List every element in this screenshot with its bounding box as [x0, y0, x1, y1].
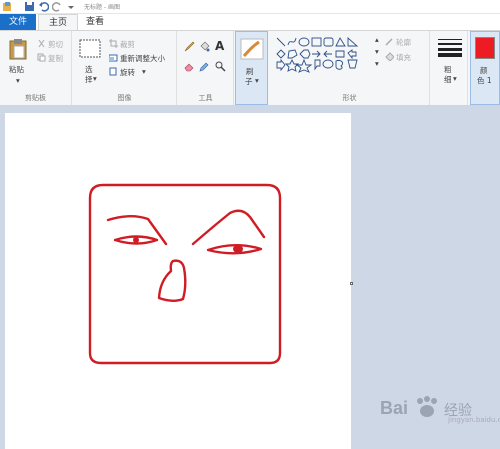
- crop-button[interactable]: 裁剪: [120, 39, 135, 50]
- cut-button[interactable]: 剪切: [48, 39, 63, 50]
- window-title: 无标题 - 画图: [84, 4, 120, 11]
- save-icon[interactable]: [24, 1, 35, 12]
- nose: [157, 259, 187, 302]
- fill-bucket-icon[interactable]: [199, 41, 210, 55]
- ribbon-tabs: 文件 主页 查看: [0, 14, 500, 30]
- tab-view[interactable]: 查看: [80, 14, 110, 30]
- color1-swatch: [475, 37, 495, 59]
- right-eyebrow: [191, 209, 266, 246]
- select-dropdown-icon[interactable]: ▾: [93, 74, 97, 83]
- paste-label: 粘贴: [9, 65, 24, 74]
- crop-icon: [109, 39, 118, 51]
- redo-icon[interactable]: [51, 1, 63, 12]
- copy-icon: [37, 53, 46, 65]
- image-group-label: 图像: [117, 94, 132, 102]
- paste-button[interactable]: [8, 37, 28, 64]
- eraser-icon[interactable]: [184, 61, 195, 75]
- fill-button[interactable]: 填充: [396, 52, 411, 63]
- line-size-icon: [438, 39, 462, 60]
- shapes-scroll-up-icon[interactable]: ▴: [375, 35, 379, 44]
- shapes-group: ▴ ▾ ▾ 轮廓 填充 形状: [270, 31, 430, 105]
- shapes-scroll-down-icon[interactable]: ▾: [375, 47, 379, 56]
- select-label-bottom[interactable]: 择: [85, 74, 93, 85]
- watermark-brand: Bai: [380, 398, 409, 418]
- brushes-button[interactable]: 刷 子 ▾: [235, 31, 268, 105]
- drawing-canvas[interactable]: [5, 113, 351, 449]
- baidu-watermark: Bai 经验 jingyan.baidu.com: [364, 392, 500, 424]
- image-group: 选 择 ▾ 裁剪 重新调整大小 旋转 ▾ 图像: [73, 31, 177, 105]
- customize-quick-access-icon[interactable]: [66, 1, 77, 12]
- right-pupil: [233, 245, 243, 253]
- clipboard-group: 粘贴 ▾ 剪切 复制 剪贴板: [0, 31, 72, 105]
- title-bar: 无标题 - 画图: [0, 0, 500, 14]
- paste-dropdown-icon[interactable]: ▾: [16, 76, 20, 85]
- watermark-url: jingyan.baidu.com: [448, 416, 500, 424]
- size-dropdown-icon: ▾: [453, 74, 457, 83]
- resize-icon: [108, 53, 118, 65]
- ribbon: 粘贴 ▾ 剪切 复制 剪贴板 选 择 ▾ 裁剪 重新调整大小 旋转 ▾ 图像 A…: [0, 30, 500, 106]
- brushes-dropdown-icon: ▾: [255, 76, 259, 85]
- resize-button[interactable]: 重新调整大小: [120, 53, 165, 64]
- shapes-group-label: 形状: [342, 94, 357, 102]
- rotate-button[interactable]: 旋转: [120, 67, 135, 78]
- paw-icon: [414, 396, 440, 421]
- brushes-label-bottom: 子: [245, 77, 253, 86]
- tools-group: A 工具: [178, 31, 234, 105]
- text-tool-icon[interactable]: A: [215, 39, 224, 53]
- size-label-bottom: 细: [444, 75, 452, 84]
- size-button[interactable]: 粗 细 ▾: [432, 31, 468, 105]
- shapes-gallery[interactable]: [275, 35, 377, 82]
- brush-icon: [240, 38, 264, 63]
- color-picker-icon[interactable]: [199, 61, 210, 75]
- undo-icon[interactable]: [38, 1, 50, 12]
- paint-app-icon[interactable]: [2, 1, 13, 12]
- outline-icon: [385, 37, 394, 49]
- tab-home[interactable]: 主页: [38, 14, 78, 30]
- magnifier-icon[interactable]: [215, 61, 226, 75]
- clipboard-group-label: 剪贴板: [25, 94, 46, 102]
- fill-icon: [385, 52, 395, 64]
- left-pupil: [133, 237, 139, 243]
- outline-button[interactable]: 轮廓: [396, 37, 411, 48]
- tools-group-label: 工具: [198, 94, 213, 102]
- color1-label-bottom: 色 1: [477, 76, 492, 85]
- rotate-dropdown-icon[interactable]: ▾: [142, 67, 146, 76]
- canvas-resize-handle-right[interactable]: [350, 282, 353, 285]
- scissors-icon: [37, 39, 46, 51]
- rotate-icon: [109, 67, 118, 79]
- shapes-more-icon[interactable]: ▾: [375, 59, 379, 68]
- color1-button[interactable]: 颜 色 1: [470, 31, 500, 105]
- select-icon[interactable]: [79, 39, 101, 62]
- tab-file[interactable]: 文件: [0, 14, 36, 30]
- face-drawing: [88, 183, 282, 365]
- pencil-icon[interactable]: [184, 41, 195, 55]
- copy-button[interactable]: 复制: [48, 53, 63, 64]
